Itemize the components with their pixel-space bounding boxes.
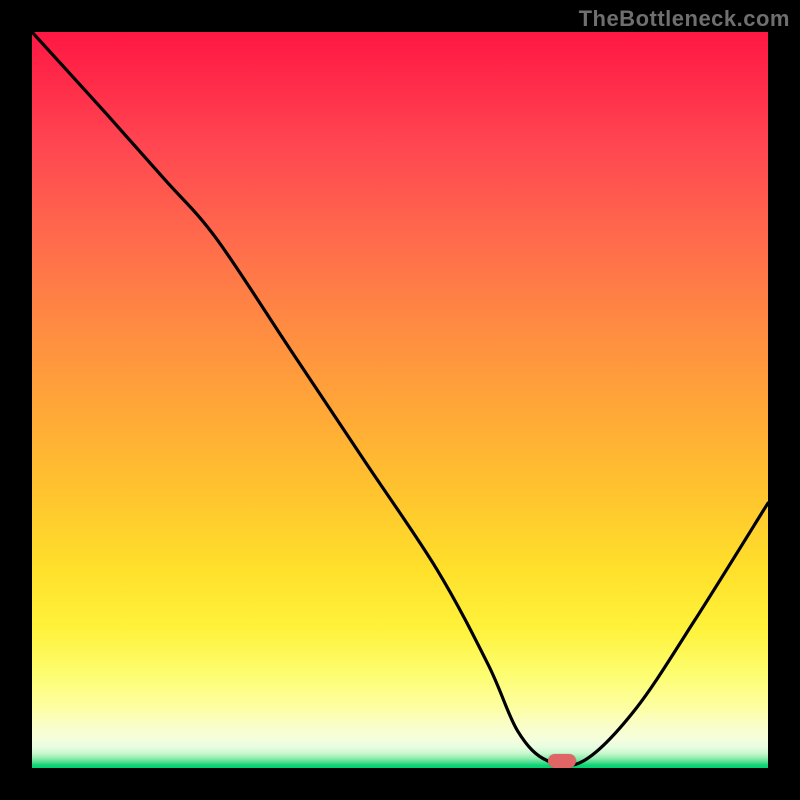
chart-stage: TheBottleneck.com: [0, 0, 800, 800]
marker-dot: [548, 754, 576, 768]
curve-path: [32, 32, 768, 766]
watermark-text: TheBottleneck.com: [579, 6, 790, 32]
curve-svg: [32, 32, 768, 768]
plot-area: [32, 32, 768, 768]
